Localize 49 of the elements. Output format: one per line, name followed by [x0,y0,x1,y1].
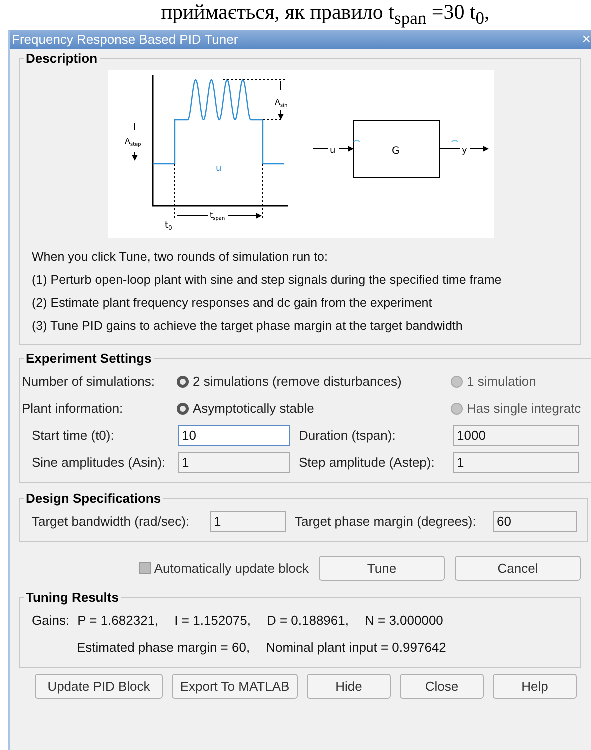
field-label: Step amplitude (Astep): [299,455,436,470]
gain-value: D = 0.188961, [266,613,349,628]
text-field[interactable]: 10 [178,425,290,446]
description-text: (2) Estimate plant frequency responses and dc gain from the experiment [32,295,434,312]
step-amplitude-label: A$_{step}$ [125,137,142,148]
footer-button[interactable]: Help [493,674,577,698]
gain-value: N = 3.000000 [364,613,444,628]
text-field[interactable]: 1 [453,452,579,473]
gain-value: I = 1.152075, [174,613,251,628]
plant-label: G [392,146,400,157]
group-title: Description [25,51,99,66]
field-label: Sine amplitudes (Asin): [32,455,167,470]
group-title: Experiment Settings [25,351,153,366]
footer-button[interactable]: Update PID Block [35,674,163,698]
description-text: (3) Tune PID gains to achieve the target phase margin at the target bandwidth [32,318,464,335]
gain-value: P = 1.682321, [78,613,159,628]
radio-option[interactable]: 2 simulations (remove disturbances) [177,374,451,389]
radio-option[interactable]: Asymptotically stable [177,401,451,416]
input-label: u [330,146,336,156]
field-label: Target bandwidth (rad/sec): [32,514,191,529]
background-text: приймається, як правило t$_{span}$ =30 t$_{0}$, [161,0,490,30]
footer-button[interactable]: Close [400,674,484,698]
text-field[interactable]: 60 [493,511,577,532]
input-arrow [312,146,354,152]
start-time-label: t$_{0}$ [165,221,172,232]
footer-button[interactable]: Hide [307,674,391,698]
field-label: Duration (tspan): [299,428,397,443]
tune-button[interactable]: Tune [319,556,445,580]
signal-label: u [216,164,222,174]
text-field[interactable]: 1 [178,452,290,473]
estimate-value: Estimated phase margin = 60, [77,640,250,655]
time-span-label: t$_{span}$ [210,211,226,222]
sine-amplitude-label: A$_{sin}$ [275,98,288,109]
field-label: Number of simulations: [22,374,156,389]
window-title: Frequency Response Based PID Tuner [12,32,238,47]
field-label: Plant information: [22,401,124,416]
cancel-button[interactable]: Cancel [455,556,581,580]
group-title: Design Specifications [25,491,162,506]
description-text: (1) Perturb open-loop plant with sine and step signals during the specified time frame [32,272,503,289]
field-label: Target phase margin (degrees): [295,514,478,529]
footer-button[interactable]: Export To MATLAB [172,674,298,698]
description-text: When you click Tune, two rounds of simulation run to: [32,249,329,266]
estimate-value: Nominal plant input = 0.997642 [266,640,446,655]
output-label: y [462,146,468,156]
text-field[interactable]: 1 [210,511,286,532]
gains-label: Gains: [32,613,70,628]
field-label: Start time (t0): [32,428,116,443]
text-field[interactable]: 1000 [453,425,579,446]
group-title: Tuning Results [25,590,120,605]
